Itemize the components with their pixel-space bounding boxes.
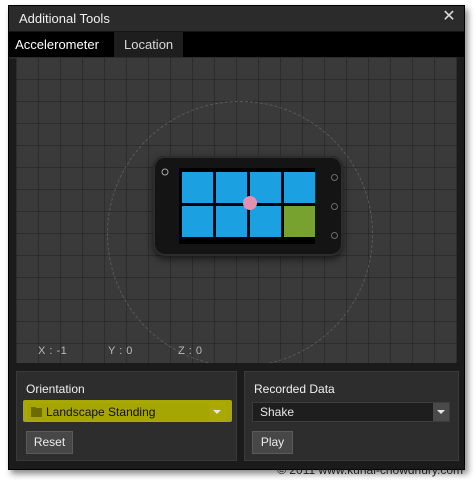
dropdown-arrow-icon[interactable]	[433, 403, 449, 421]
start-tile	[216, 206, 247, 237]
start-tile	[284, 172, 315, 203]
recorded-data-select[interactable]: Shake	[252, 402, 450, 422]
reset-button[interactable]: Reset	[26, 431, 73, 454]
window-title: Additional Tools	[19, 11, 110, 26]
orientation-panel: Orientation Landscape Standing Reset	[16, 371, 237, 461]
phone-search-button-icon	[331, 232, 338, 239]
folder-icon	[31, 407, 42, 417]
start-tile	[216, 172, 247, 203]
close-icon[interactable]: ✕	[440, 8, 458, 26]
additional-tools-window: Additional Tools ✕ Accelerometer Locatio…	[8, 5, 465, 470]
orientation-select[interactable]: Landscape Standing	[23, 400, 232, 422]
accelerometer-viewport: X : -1 Y : 0 Z : 0	[16, 57, 457, 363]
title-bar: Additional Tools ✕	[9, 6, 464, 32]
tab-bar: Accelerometer Location	[9, 32, 464, 59]
z-readout: Z : 0	[178, 345, 203, 357]
start-tile	[250, 206, 281, 237]
dropdown-arrow-icon[interactable]	[209, 403, 225, 421]
phone-model[interactable]	[153, 156, 343, 256]
tab-location[interactable]: Location	[114, 32, 184, 57]
orientation-title: Orientation	[26, 382, 85, 396]
tab-accelerometer[interactable]: Accelerometer	[9, 32, 105, 59]
recorded-data-title: Recorded Data	[254, 382, 335, 396]
start-tile-accent	[284, 206, 315, 237]
phone-back-button-icon	[331, 174, 338, 181]
phone-search-icon	[161, 168, 169, 176]
play-button[interactable]: Play	[252, 431, 293, 454]
watermark: © 2011 www.kunal-chowdhury.com	[277, 463, 463, 477]
y-readout: Y : 0	[108, 345, 133, 357]
phone-start-button-icon	[331, 203, 338, 210]
x-readout: X : -1	[38, 345, 68, 357]
phone-screen	[179, 168, 315, 244]
recorded-data-selected-value: Shake	[260, 405, 295, 419]
tilt-ball	[243, 196, 257, 210]
orientation-selected-value: Landscape Standing	[46, 405, 156, 419]
recorded-data-panel: Recorded Data Shake Play	[244, 371, 459, 461]
axis-readout: X : -1 Y : 0 Z : 0	[38, 345, 298, 359]
start-tile	[182, 206, 213, 237]
start-tile	[182, 172, 213, 203]
